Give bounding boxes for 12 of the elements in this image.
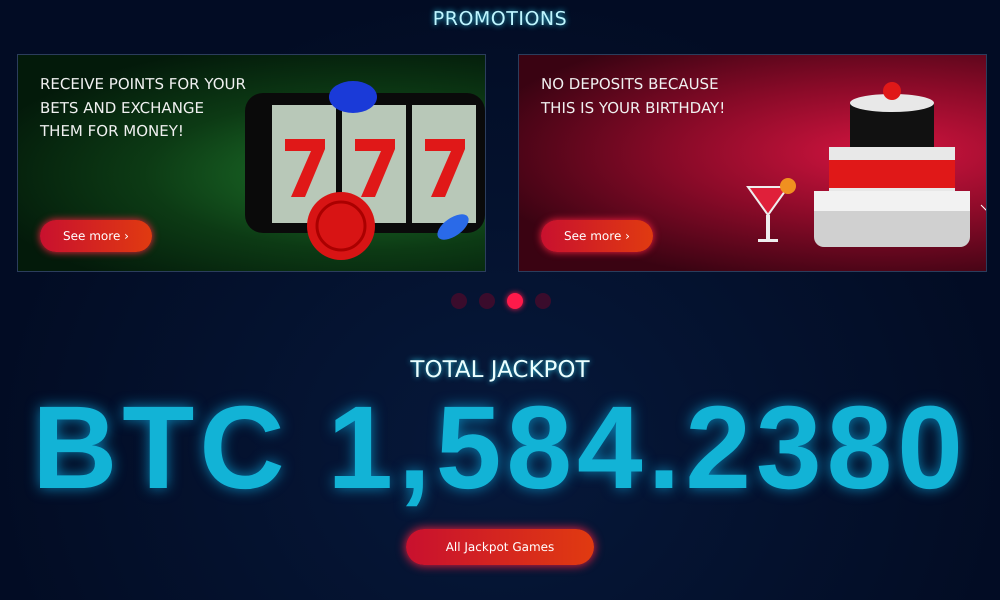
see-more-button[interactable]: See more › <box>40 220 152 252</box>
section-title: PROMOTIONS <box>432 8 568 32</box>
jackpot-title: TOTAL JACKPOT <box>410 357 590 383</box>
promo-text: RECEIVE POINTS FOR YOUR BETS AND EXCHANGE THEM FOR MONEY! <box>39 74 247 142</box>
carousel-dot[interactable] <box>535 293 551 309</box>
see-more-button[interactable]: See more › <box>541 220 653 252</box>
carousel-dot[interactable] <box>451 293 467 309</box>
jackpot-games-button[interactable]: All Jackpot Games <box>406 529 594 565</box>
carousel-dot[interactable] <box>507 293 523 309</box>
carousel-dot[interactable] <box>479 293 495 309</box>
jackpot-amount: BTC 1,584.2380 <box>32 385 968 511</box>
promo-text: NO DEPOSITS BECAUSE THIS IS YOUR BIRTHDAY! <box>540 74 726 118</box>
